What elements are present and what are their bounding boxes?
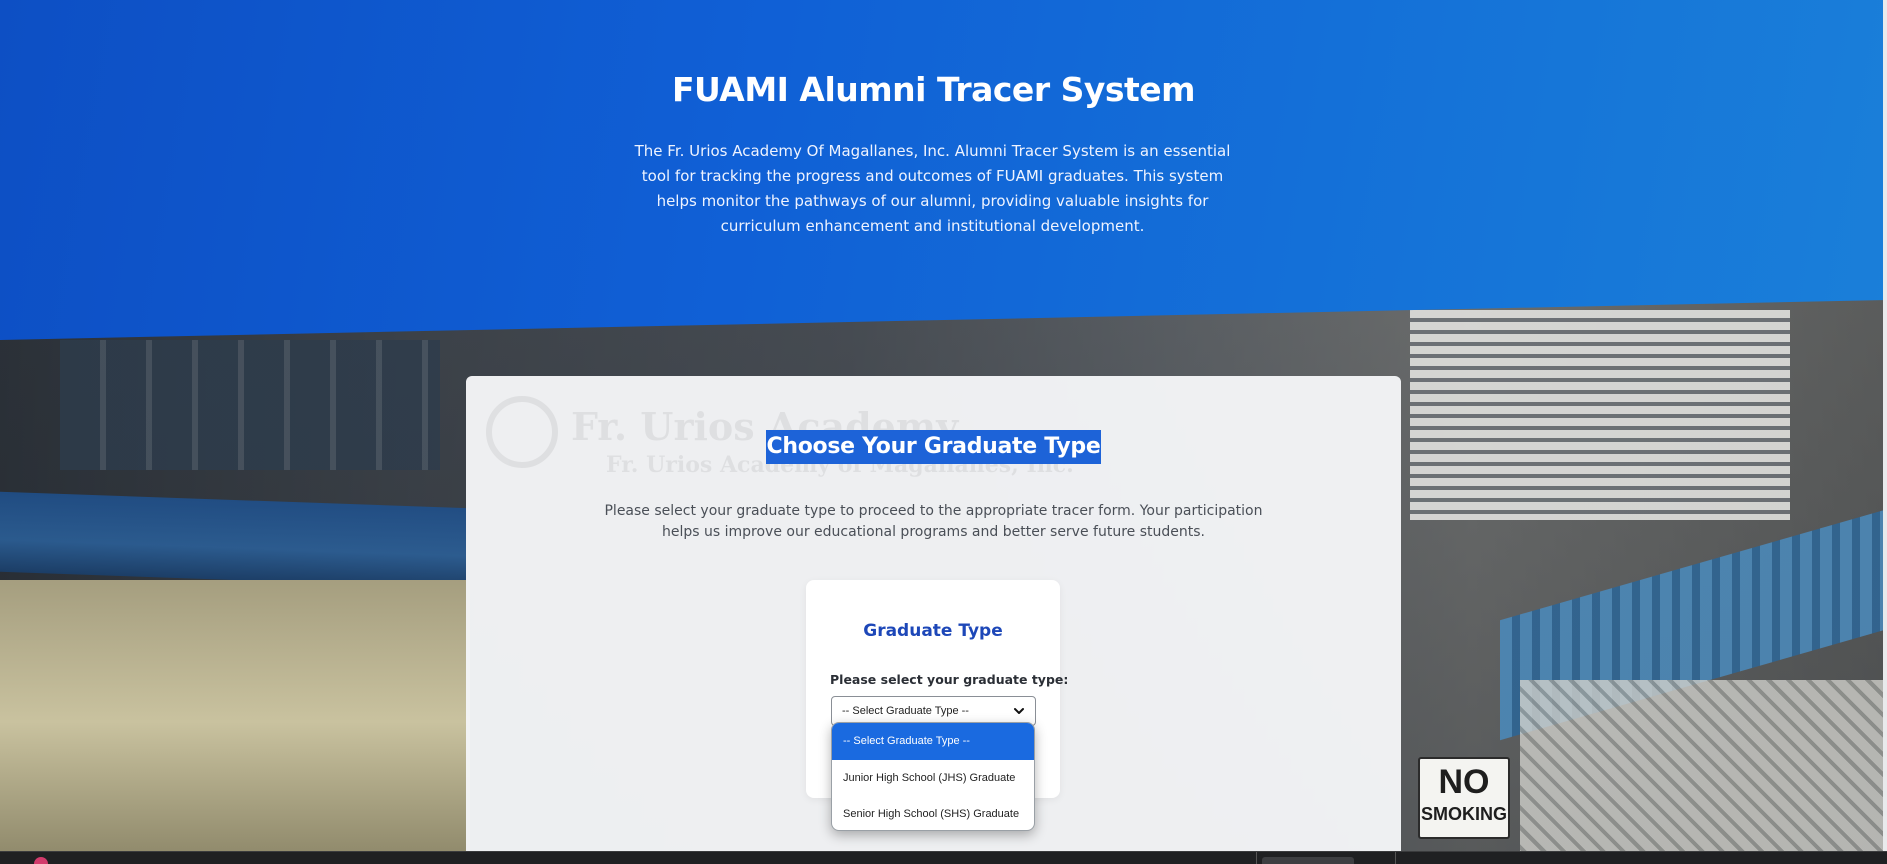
card-description: Please select your graduate type to proc… xyxy=(604,503,1263,540)
graduate-type-select-value: -- Select Graduate Type -- xyxy=(842,705,969,717)
background-louvers xyxy=(1410,310,1790,520)
taskbar-app-icon[interactable] xyxy=(34,857,48,864)
no-smoking-sign: NO SMOKING xyxy=(1418,757,1510,839)
card-title: Choose Your Graduate Type xyxy=(765,430,1102,464)
taskbar-tab[interactable] xyxy=(1262,857,1354,864)
graduate-type-dropdown-list: -- Select Graduate Type -- Junior High S… xyxy=(831,722,1035,831)
card-title-wrapper: Choose Your Graduate Type xyxy=(466,430,1401,464)
dropdown-option-jhs[interactable]: Junior High School (JHS) Graduate xyxy=(832,760,1034,796)
dropdown-option-shs[interactable]: Senior High School (SHS) Graduate xyxy=(832,796,1034,830)
graduate-type-heading: Graduate Type xyxy=(863,621,1003,641)
taskbar-divider xyxy=(1395,852,1396,864)
no-smoking-sign-line2: SMOKING xyxy=(1420,804,1507,824)
background-roof-left xyxy=(0,491,470,589)
background-wall-right xyxy=(1520,680,1887,864)
hero-description: The Fr. Urios Academy Of Magallanes, Inc… xyxy=(634,142,1231,235)
dropdown-option-placeholder[interactable]: -- Select Graduate Type -- xyxy=(832,723,1034,760)
graduate-type-label: Please select your graduate type: xyxy=(830,672,1069,687)
no-smoking-sign-line1: NO xyxy=(1438,763,1490,801)
taskbar-strip xyxy=(0,851,1887,864)
background-windows-left xyxy=(60,340,440,470)
chevron-down-icon xyxy=(1014,708,1024,714)
page-title: FUAMI Alumni Tracer System xyxy=(671,70,1196,109)
background-wall-left xyxy=(0,580,470,864)
window-right-edge xyxy=(1883,0,1887,851)
taskbar-divider xyxy=(1256,852,1257,864)
